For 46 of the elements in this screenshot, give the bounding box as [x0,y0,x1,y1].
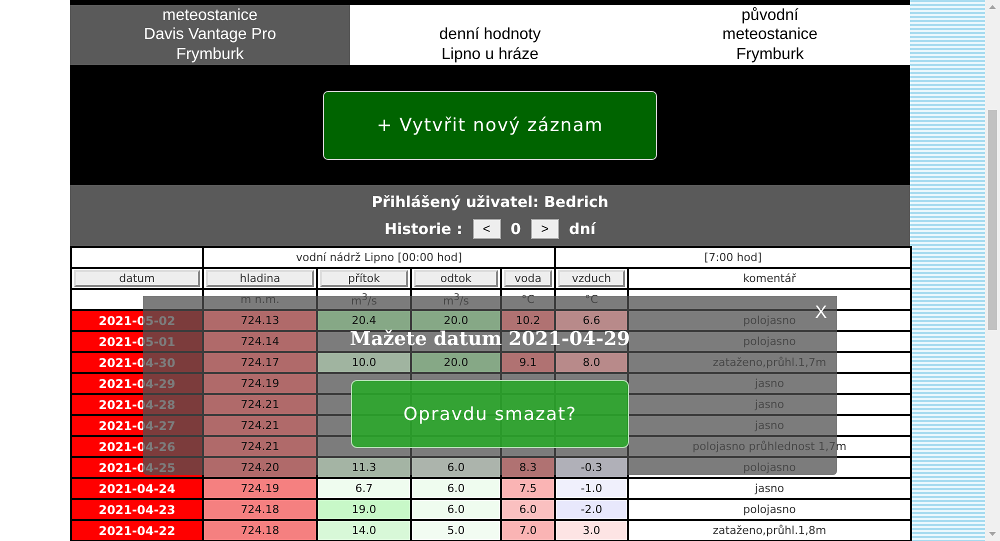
table-cell: 5.0 [411,520,501,541]
logged-user-label: Přihlášený uživatel: Bedrich [372,192,608,210]
table-cell: -1.0 [555,478,628,499]
column-header: komentář [628,268,912,289]
table-cell: 6.0 [411,499,501,520]
table-cell: 6.7 [317,478,411,499]
table-cell: 6.0 [501,499,556,520]
table-cell: 724.18 [203,520,317,541]
dialog-title: Mažete datum 2021-04-29 [350,328,630,350]
scrollbar[interactable] [985,0,1000,541]
sort-button[interactable]: voda [504,270,552,287]
table-cell: 7.5 [501,478,556,499]
table-cell: jasno [628,478,912,499]
table-cell: polojasno [628,499,912,520]
table-cell: 8.3 [501,457,556,478]
previous-day-button[interactable]: < [472,218,501,238]
group-header: [7:00 hod] [555,247,912,268]
sort-button[interactable]: přítok [320,270,408,287]
sort-button[interactable]: vzduch [558,270,626,287]
table-cell: 3.0 [555,520,628,541]
table-cell: 7.0 [501,520,556,541]
create-record-button[interactable]: + Vytvřit nový záznam [323,90,657,160]
table-cell: -2.0 [555,499,628,520]
history-label: Historie : [384,220,463,238]
table-cell: 724.19 [203,478,317,499]
table-cell: zataženo,průhl.1,8m [628,520,912,541]
date-cell: 2021-04-23 [71,499,203,520]
next-day-button[interactable]: > [530,218,559,238]
table-cell: 19.0 [317,499,411,520]
table-cell: 6.0 [411,478,501,499]
sort-button[interactable]: hladina [206,270,314,287]
date-cell: 2021-04-22 [71,520,203,541]
table-cell: 724.18 [203,499,317,520]
sort-button[interactable]: odtok [414,270,498,287]
tab[interactable]: meteostanice Davis Vantage Pro Frymburk [70,5,350,65]
history-value: 0 [510,220,521,238]
table-cell: 14.0 [317,520,411,541]
table-cell: -0.3 [555,457,628,478]
group-header: vodní nádrž Lipno [00:00 hod] [203,247,556,268]
date-cell: 2021-04-24 [71,478,203,499]
table-cell: 724.20 [203,457,317,478]
table-cell: 6.0 [411,457,501,478]
history-unit: dní [568,220,596,238]
table-cell: 11.3 [317,457,411,478]
scrollbar-thumb[interactable] [988,110,997,330]
sort-button[interactable]: datum [74,270,200,287]
